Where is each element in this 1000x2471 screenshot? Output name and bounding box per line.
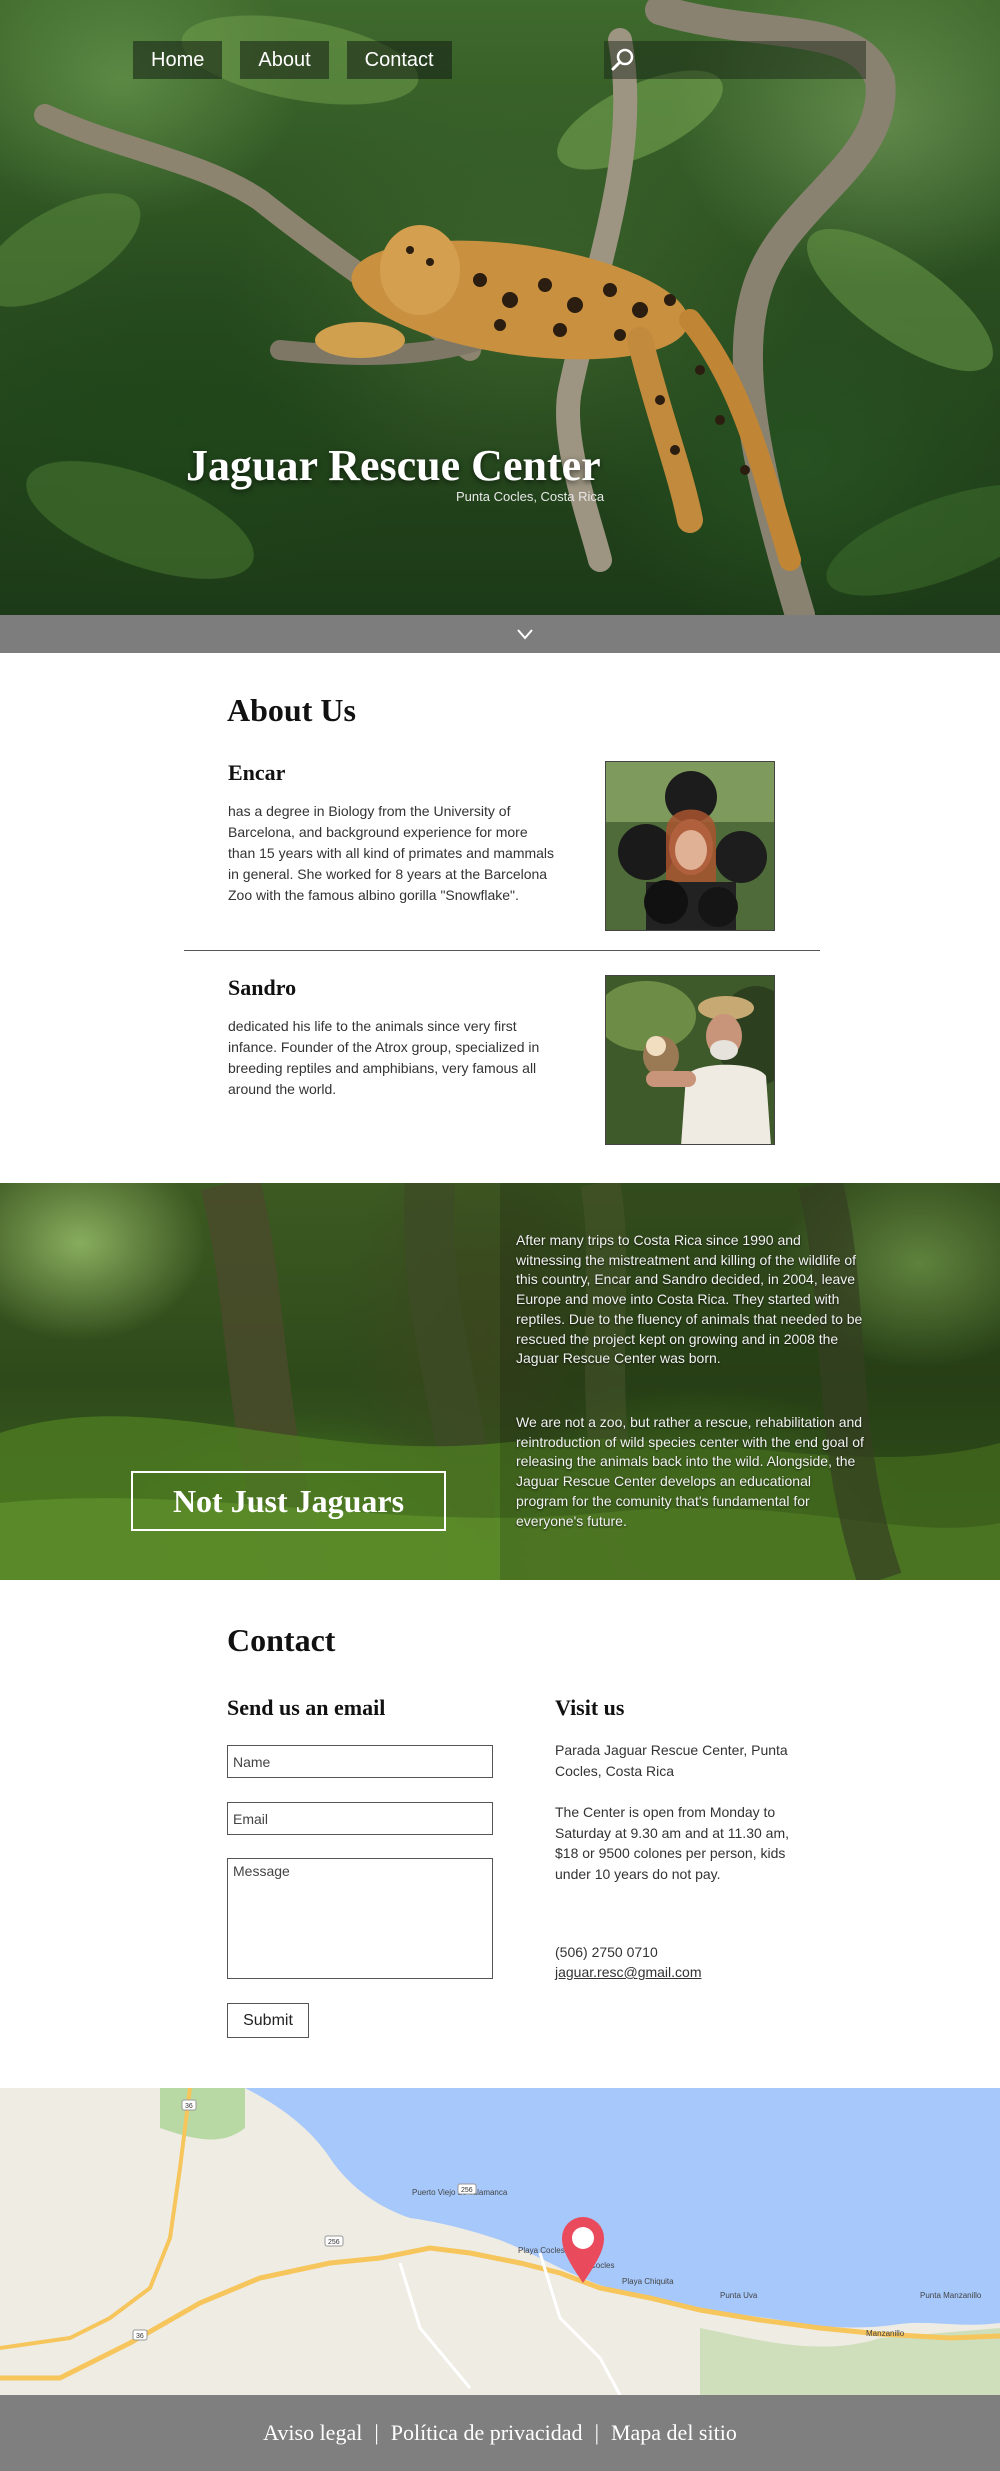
feature-paragraph-2: We are not a zoo, but rather a rescue, r… xyxy=(516,1414,864,1529)
name-field[interactable] xyxy=(227,1745,493,1778)
photo-encar xyxy=(605,761,775,931)
search-input[interactable] xyxy=(640,45,860,75)
feature-title: Not Just Jaguars xyxy=(172,1482,405,1519)
person-bio-sandro: dedicated his life to the animals since … xyxy=(228,1018,540,1097)
footer: Aviso legal | Política de privacidad | M… xyxy=(0,2395,1000,2471)
main-nav: Home About Contact xyxy=(133,41,452,79)
map-label-playa-cocles: Playa Cocles xyxy=(518,2246,565,2255)
visit-email-link[interactable]: jaguar.resc@gmail.com xyxy=(555,1964,702,1980)
map-label-playa-chiquita: Playa Chiquita xyxy=(622,2277,674,2286)
feature-paragraph-1: After many trips to Costa Rica since 199… xyxy=(516,1232,863,1367)
map-label-route-256-right: 256 xyxy=(461,2187,473,2194)
message-field[interactable] xyxy=(227,1858,493,1979)
nav-about[interactable]: About xyxy=(240,41,329,79)
footer-link-sitemap[interactable]: Mapa del sitio xyxy=(611,2420,737,2446)
footer-separator: | xyxy=(594,2420,599,2445)
search-box xyxy=(604,41,866,79)
about-heading: About Us xyxy=(227,692,356,728)
visit-phone: (506) 2750 0710 xyxy=(555,1944,658,1960)
footer-link-legal[interactable]: Aviso legal xyxy=(263,2420,362,2446)
nav-home[interactable]: Home xyxy=(133,41,223,79)
visit-heading: Visit us xyxy=(555,1695,625,1720)
person-name-sandro: Sandro xyxy=(228,975,297,1000)
map-label-punta-manzanillo: Punta Manzanillo xyxy=(920,2291,982,2300)
search-icon[interactable] xyxy=(610,47,636,73)
chevron-down-icon[interactable] xyxy=(515,624,535,644)
feature-title-box: Not Just Jaguars xyxy=(131,1471,446,1531)
person-name-encar: Encar xyxy=(228,760,286,785)
site-subtitle: Punta Cocles, Costa Rica xyxy=(456,489,605,504)
map-label-route-36-top: 36 xyxy=(185,2103,193,2110)
hero-jaguar-image xyxy=(0,0,1000,615)
hero-section: Home About Contact Jaguar Rescue Center … xyxy=(0,0,1000,615)
site-title: Jaguar Rescue Center xyxy=(186,441,601,490)
submit-button[interactable]: Submit xyxy=(227,2003,309,2038)
map-label-route-36-bottom: 36 xyxy=(136,2333,144,2340)
person-bio-encar: has a degree in Biology from the Univers… xyxy=(228,803,555,903)
nav-contact[interactable]: Contact xyxy=(346,41,452,79)
footer-separator: | xyxy=(374,2420,379,2445)
visit-address: Parada Jaguar Rescue Center, Punta Cocle… xyxy=(555,1742,788,1779)
visit-hours: The Center is open from Monday to Saturd… xyxy=(555,1804,790,1882)
map-label-manzanillo: Manzanillo xyxy=(866,2329,905,2338)
location-map[interactable]: Puerto Viejo de Talamanca Playa Cocles C… xyxy=(0,2088,1000,2395)
email-form-heading: Send us an email xyxy=(227,1695,386,1720)
footer-link-privacy[interactable]: Política de privacidad xyxy=(391,2420,583,2446)
photo-sandro xyxy=(605,975,775,1145)
map-label-punta-uva: Punta Uva xyxy=(720,2291,758,2300)
scroll-down-bar[interactable] xyxy=(0,615,1000,653)
map-label-route-256-left: 256 xyxy=(328,2239,340,2246)
about-divider xyxy=(184,950,820,951)
contact-heading: Contact xyxy=(227,1622,336,1658)
feature-section: Not Just Jaguars After many trips to Cos… xyxy=(0,1183,1000,1580)
email-field[interactable] xyxy=(227,1802,493,1835)
